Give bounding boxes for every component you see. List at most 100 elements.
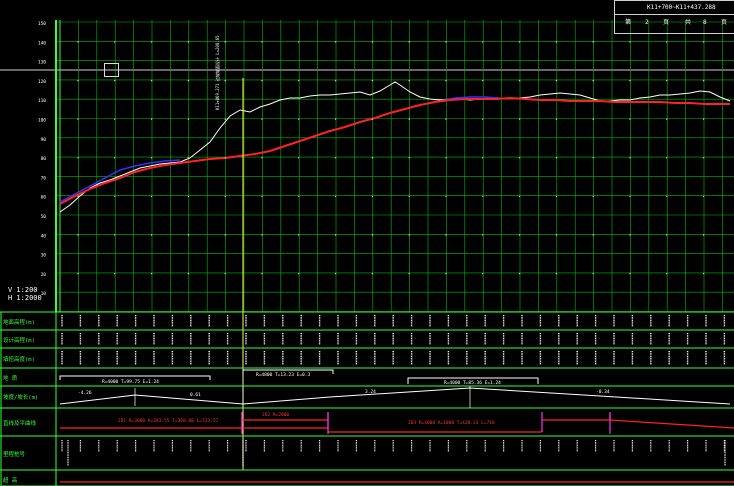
grid-dot <box>445 272 447 275</box>
sheet-unit: 页 <box>663 19 670 26</box>
grid-dot <box>629 195 631 198</box>
grid-dot <box>298 234 300 236</box>
grid-dot <box>702 157 705 159</box>
grid-dot <box>371 195 374 198</box>
grid-dot <box>555 79 558 82</box>
grid-dot <box>298 41 300 43</box>
y-tick-label: 150 <box>38 21 46 27</box>
grid-dot <box>555 272 558 275</box>
grid-dot <box>371 272 374 275</box>
grid-dot <box>150 272 153 275</box>
grid-dot <box>224 79 226 82</box>
grid-dot <box>261 157 263 159</box>
grid-dot <box>666 234 668 236</box>
grid-dot <box>114 272 116 275</box>
grid-dot <box>224 157 226 159</box>
grid-dot <box>224 41 226 43</box>
row-label-chainage: 里程桩号 <box>3 452 26 458</box>
y-tick-label: 30 <box>41 253 47 259</box>
grid-dot <box>261 272 263 275</box>
grid-dot <box>298 118 300 120</box>
grid-dot <box>334 79 337 82</box>
grid-dot <box>592 41 594 43</box>
grid-dot <box>445 157 447 159</box>
grid-dot <box>482 234 484 236</box>
grid-dot <box>408 157 410 159</box>
grid-dot <box>702 272 705 275</box>
grid-dot <box>666 79 668 82</box>
slope-label-2: 0.61 <box>190 393 201 398</box>
grid-dot <box>114 157 116 159</box>
grid-dot <box>187 79 190 82</box>
grid-dot <box>445 195 447 198</box>
grid-dot <box>629 41 631 43</box>
grid-dot <box>445 79 447 82</box>
grid-dot <box>224 234 226 236</box>
scale-vertical: V 1:200 <box>8 286 38 294</box>
grid-dot <box>482 79 484 82</box>
y-tick-label: 100 <box>38 118 46 124</box>
title-block: K11+700~K11+437.288 第 2 页 共 8 页 <box>614 0 734 34</box>
grid-dot <box>334 272 337 275</box>
grid-dot <box>518 157 521 159</box>
y-tick-label: 50 <box>41 214 47 220</box>
grid-dot <box>261 41 263 43</box>
curve-label-3: JD3 R=4000 A=1000 T=428.23 L=718 <box>408 421 495 426</box>
grid-dot <box>187 118 190 120</box>
grid-dot <box>334 41 337 43</box>
grid-dot <box>408 79 410 82</box>
y-tick-label: 130 <box>38 60 46 66</box>
grid-dot <box>187 272 190 275</box>
row-label-design-elev: 设计高程(m) <box>3 338 35 344</box>
slope-label-1: -4.26 <box>78 391 92 396</box>
grid-dot <box>555 195 558 198</box>
grid-dot <box>371 41 374 43</box>
grid-dot <box>150 79 153 82</box>
station-marker-label: K11+869.271 边坡坡面设计 L=208.65 <box>215 35 220 110</box>
grid-dot <box>114 118 116 120</box>
grid-dot <box>555 157 558 159</box>
grid-dot <box>518 195 521 198</box>
grid-dot <box>298 157 300 159</box>
grid-dot <box>518 79 521 82</box>
grid-dot <box>555 234 558 236</box>
grid-dot <box>592 195 594 198</box>
vcurve-label-2: R=4800 T=13.23 E=0.3 <box>256 373 311 378</box>
grid-dot <box>114 195 116 198</box>
grid-dot <box>518 41 521 43</box>
grid-dot <box>482 118 484 120</box>
grid-dot <box>702 79 705 82</box>
grid-dot <box>334 195 337 198</box>
sheet-number: 2 <box>645 19 649 26</box>
grid-dot <box>298 195 300 198</box>
row-label-geology: 地 质 <box>3 376 18 382</box>
grid-dot <box>77 41 79 43</box>
grid-dot <box>150 41 153 43</box>
grid-dot <box>518 234 521 236</box>
grid-dot <box>371 234 374 236</box>
grid-dot <box>666 41 668 43</box>
grid-dot <box>150 157 153 159</box>
selection-box[interactable] <box>104 63 119 77</box>
grid-dot <box>445 118 447 120</box>
total-prefix: 共 <box>685 19 692 26</box>
curve-label-1: JD1 R=3000 A=283.55 T=368.88 L=723.57 <box>118 419 219 424</box>
grid-dot <box>261 118 263 120</box>
grid-dot <box>592 234 594 236</box>
grid-dot <box>371 157 374 159</box>
grid-dot <box>666 272 668 275</box>
y-tick-label: 90 <box>41 137 47 143</box>
grid-dot <box>592 118 594 120</box>
grid-dot <box>298 272 300 275</box>
grid-dot <box>298 79 300 82</box>
grid-dot <box>482 157 484 159</box>
grid-dot <box>408 118 410 120</box>
grid-dot <box>445 41 447 43</box>
total-number: 8 <box>703 19 707 26</box>
grid-dot <box>261 234 263 236</box>
grid-dot <box>555 41 558 43</box>
grid-dot <box>666 157 668 159</box>
y-tick-label: 70 <box>41 175 47 181</box>
row-label-slope: 坡度/坡长(m) <box>3 395 39 401</box>
grid-dot <box>408 272 410 275</box>
